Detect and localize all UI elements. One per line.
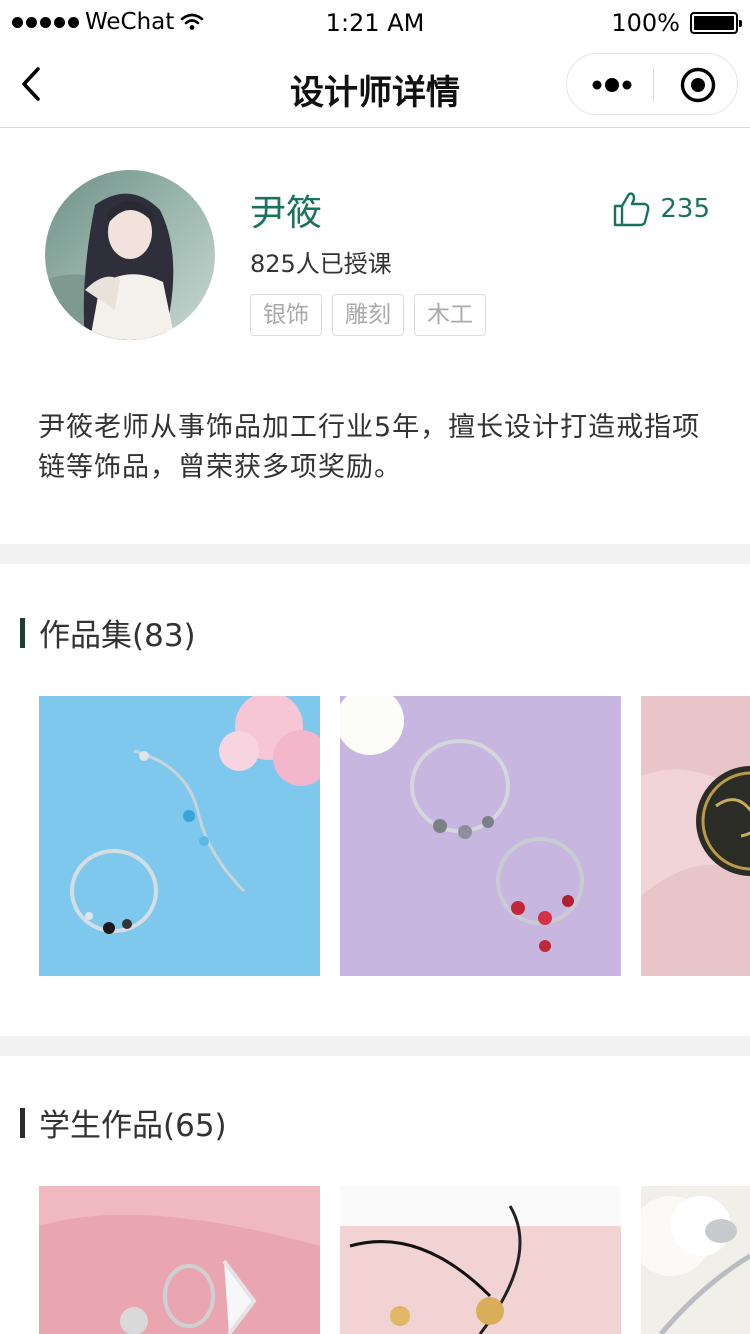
- capsule-divider: [653, 68, 654, 102]
- like-count: 235: [660, 194, 710, 224]
- portfolio-item[interactable]: [641, 696, 750, 976]
- taught-count: 825人已授课: [250, 250, 392, 278]
- more-dots-icon[interactable]: [587, 66, 637, 104]
- like-counter[interactable]: 235: [612, 190, 710, 228]
- designer-intro: 尹筱老师从事饰品加工行业5年，擅长设计打造戒指项链等饰品，曾荣获多项奖励。: [38, 412, 701, 483]
- student-works-header: 学生作品(65): [20, 1100, 227, 1145]
- section-marker: [20, 1107, 25, 1138]
- portfolio-title: 作品集(83): [39, 618, 196, 654]
- thumbs-up-icon[interactable]: [612, 190, 652, 228]
- skill-tag: 雕刻: [332, 294, 404, 336]
- portfolio-header: 作品集(83): [20, 610, 196, 655]
- status-bar: WeChat 1:21 AM 100%: [0, 0, 750, 48]
- menu-capsule: [566, 53, 738, 115]
- portfolio-item[interactable]: [39, 696, 320, 976]
- section-marker: [20, 617, 25, 648]
- section-divider: [0, 1036, 750, 1056]
- student-works-title: 学生作品(65): [39, 1108, 227, 1144]
- status-right: 100%: [611, 9, 742, 37]
- skill-tag: 银饰: [250, 294, 322, 336]
- student-work-item[interactable]: [641, 1186, 750, 1334]
- section-divider: [0, 544, 750, 564]
- student-work-item[interactable]: [39, 1186, 320, 1334]
- skill-tags: 银饰 雕刻 木工: [250, 294, 486, 336]
- target-circle-icon[interactable]: [679, 66, 717, 104]
- nav-bar: 设计师详情: [0, 48, 750, 128]
- avatar: [45, 170, 215, 340]
- skill-tag: 木工: [414, 294, 486, 336]
- battery-percent: 100%: [611, 9, 680, 37]
- designer-name: 尹筱: [250, 193, 323, 234]
- portfolio-item[interactable]: [340, 696, 621, 976]
- battery-icon: [690, 12, 742, 34]
- student-work-item[interactable]: [340, 1186, 621, 1334]
